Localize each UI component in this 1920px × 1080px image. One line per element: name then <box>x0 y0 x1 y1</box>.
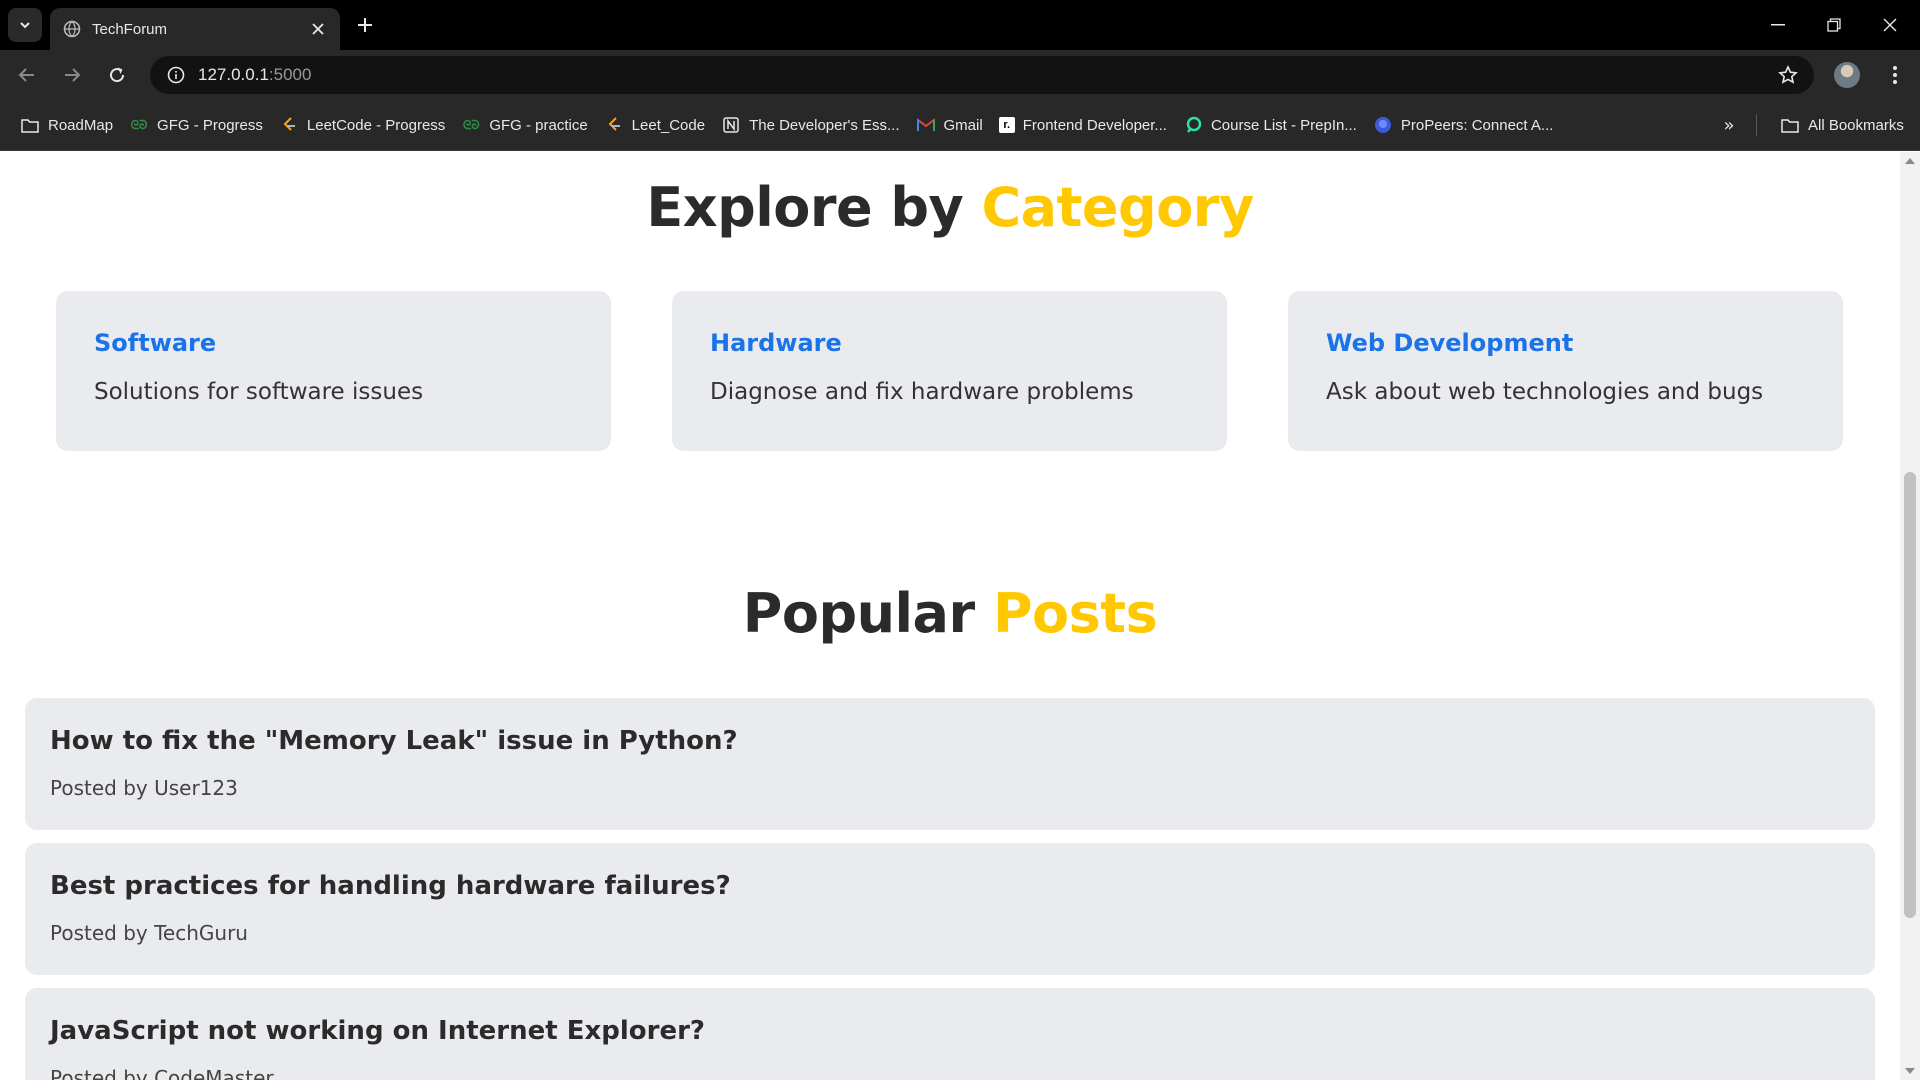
bookmark-course-list[interactable]: Course List - PrepIn... <box>1175 109 1365 141</box>
bookmark-label: Leet_Code <box>631 116 706 134</box>
bookmark-frontend-developer[interactable]: r. Frontend Developer... <box>991 109 1175 141</box>
gfg-icon: ᘓᘐ <box>462 117 480 132</box>
page-viewport: Explore by Category Software Solutions f… <box>0 152 1900 1080</box>
posted-by-label: Posted by <box>50 1066 148 1080</box>
category-name[interactable]: Software <box>94 329 216 357</box>
browser-toolbar: 127.0.0.1:5000 <box>0 50 1920 100</box>
reload-icon[interactable] <box>100 58 134 92</box>
chevron-down-icon <box>20 22 30 29</box>
bookmark-gmail[interactable]: Gmail <box>908 109 991 141</box>
leetcode-icon <box>279 116 299 134</box>
bookmark-label: Gmail <box>943 116 983 134</box>
bookmark-star-icon[interactable] <box>1776 63 1800 87</box>
browser-tab[interactable]: TechForum <box>50 8 340 50</box>
category-card-web-development[interactable]: Web Development Ask about web technologi… <box>1288 291 1843 451</box>
folder-icon <box>20 116 40 134</box>
explore-heading-accent: Category <box>981 176 1255 239</box>
category-card-software[interactable]: Software Solutions for software issues <box>56 291 611 451</box>
post-card[interactable]: JavaScript not working on Internet Explo… <box>25 988 1875 1080</box>
profile-avatar[interactable] <box>1834 62 1860 88</box>
bookmark-label: GFG - Progress <box>157 116 263 134</box>
url-host: 127.0.0.1 <box>198 65 269 84</box>
bookmark-label: LeetCode - Progress <box>306 116 446 134</box>
new-tab-icon[interactable] <box>352 12 378 38</box>
post-title[interactable]: JavaScript not working on Internet Explo… <box>50 1016 705 1046</box>
frontend-icon: r. <box>998 117 1015 133</box>
close-window-icon[interactable] <box>1862 0 1918 50</box>
bookmark-label: Course List - PrepIn... <box>1210 116 1357 134</box>
propeers-icon <box>1373 116 1393 134</box>
category-name[interactable]: Web Development <box>1326 329 1573 357</box>
url-text: 127.0.0.1:5000 <box>198 65 311 85</box>
globe-icon <box>62 19 82 39</box>
notion-icon <box>721 116 741 134</box>
popular-heading-main: Popular <box>742 582 975 645</box>
tab-strip: TechForum <box>0 0 1920 50</box>
bookmark-gfg-progress[interactable]: ᘓᘐ GFG - Progress <box>121 109 271 141</box>
folder-icon <box>1780 116 1800 134</box>
minimize-icon[interactable] <box>1750 0 1806 50</box>
gfg-icon: ᘓᘐ <box>130 117 148 132</box>
post-title[interactable]: How to fix the "Memory Leak" issue in Py… <box>50 726 738 756</box>
more-bookmarks-icon[interactable]: » <box>1714 110 1744 140</box>
post-author-line: Posted by TechGuru <box>50 921 248 945</box>
gmail-icon <box>916 116 936 134</box>
bookmark-label: ProPeers: Connect A... <box>1400 116 1554 134</box>
bookmark-label: The Developer's Ess... <box>749 116 900 134</box>
category-description: Diagnose and fix hardware problems <box>710 379 1134 405</box>
posted-by-label: Posted by <box>50 921 148 945</box>
page-scrollbar[interactable] <box>1900 152 1920 1080</box>
category-description: Ask about web technologies and bugs <box>1326 379 1764 405</box>
all-bookmarks-button[interactable]: All Bookmarks <box>1772 109 1912 141</box>
explore-heading: Explore by Category <box>0 176 1900 239</box>
post-author: CodeMaster <box>154 1066 274 1080</box>
scroll-up-icon[interactable] <box>1905 158 1915 164</box>
category-description: Solutions for software issues <box>94 379 424 405</box>
site-info-icon[interactable] <box>164 63 188 87</box>
post-author-line: Posted by User123 <box>50 776 238 800</box>
prepinsta-icon <box>1183 116 1203 134</box>
popular-heading: Popular Posts <box>0 582 1900 645</box>
address-bar[interactable]: 127.0.0.1:5000 <box>150 56 1814 94</box>
leetcode-icon <box>604 116 624 134</box>
bookmark-propeers[interactable]: ProPeers: Connect A... <box>1365 109 1562 141</box>
tab-search-button[interactable] <box>8 8 42 42</box>
forward-icon[interactable] <box>55 58 89 92</box>
bookmark-roadmap[interactable]: RoadMap <box>12 109 121 141</box>
kebab-menu-icon[interactable] <box>1880 60 1910 90</box>
category-name[interactable]: Hardware <box>710 329 842 357</box>
post-author: TechGuru <box>154 921 248 945</box>
post-title[interactable]: Best practices for handling hardware fai… <box>50 871 731 901</box>
post-card[interactable]: Best practices for handling hardware fai… <box>25 843 1875 975</box>
close-tab-icon[interactable] <box>308 19 328 39</box>
category-card-hardware[interactable]: Hardware Diagnose and fix hardware probl… <box>672 291 1227 451</box>
bookmark-developers-essentials[interactable]: The Developer's Ess... <box>713 109 907 141</box>
post-author: User123 <box>154 776 238 800</box>
bookmarks-separator <box>1756 114 1757 136</box>
bookmark-leetcode-progress[interactable]: LeetCode - Progress <box>271 109 453 141</box>
bookmark-label: Frontend Developer... <box>1022 116 1167 134</box>
url-port: :5000 <box>268 65 312 84</box>
scroll-thumb[interactable] <box>1904 472 1916 918</box>
explore-heading-main: Explore by <box>646 176 964 239</box>
posted-by-label: Posted by <box>50 776 148 800</box>
scroll-down-icon[interactable] <box>1905 1068 1915 1074</box>
restore-icon[interactable] <box>1806 0 1862 50</box>
back-icon[interactable] <box>10 58 44 92</box>
bookmark-gfg-practice[interactable]: ᘓᘐ GFG - practice <box>453 109 595 141</box>
bookmark-label: RoadMap <box>48 116 114 134</box>
bookmark-leet-code[interactable]: Leet_Code <box>596 109 713 141</box>
bookmarks-bar: RoadMap ᘓᘐ GFG - Progress LeetCode - Pro… <box>0 100 1920 151</box>
bookmark-label: GFG - practice <box>489 116 588 134</box>
post-author-line: Posted by CodeMaster <box>50 1066 274 1080</box>
tab-title: TechForum <box>92 20 168 38</box>
post-card[interactable]: How to fix the "Memory Leak" issue in Py… <box>25 698 1875 830</box>
popular-heading-accent: Posts <box>992 582 1158 645</box>
all-bookmarks-label: All Bookmarks <box>1808 116 1904 134</box>
